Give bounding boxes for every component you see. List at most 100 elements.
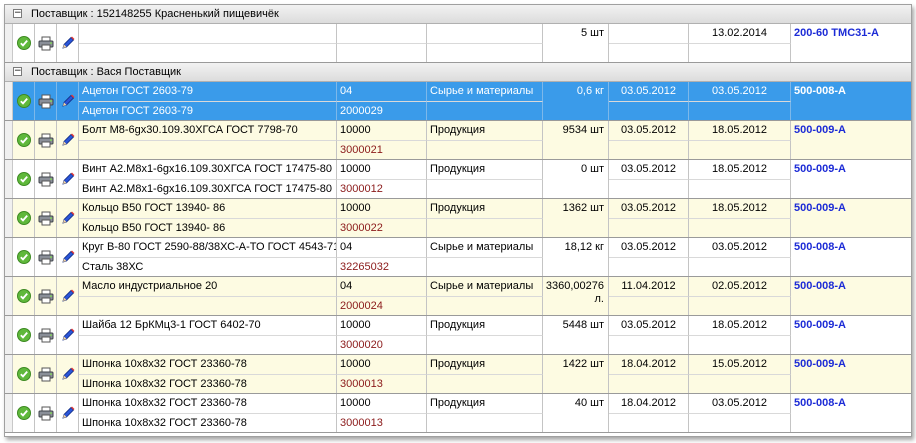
date-document: 02.05.2012 (689, 277, 791, 296)
print-icon[interactable] (35, 199, 57, 237)
date-document-empty (689, 413, 791, 432)
item-name: Болт М8-6gx30.109.30ХГСА ГОСТ 7798-70 (79, 121, 337, 140)
approve-check-icon[interactable] (13, 238, 35, 276)
item-name-secondary: Кольцо В50 ГОСТ 13940- 86 (79, 218, 337, 237)
group-header[interactable]: − Поставщик : 152148255 Красненький пищев… (5, 5, 911, 24)
edit-pencil-icon[interactable] (57, 82, 79, 120)
document-link[interactable]: 500-008-А (791, 394, 911, 413)
row-selector[interactable] (5, 82, 13, 120)
item-code: 04 (337, 277, 427, 296)
date-document: 03.05.2012 (689, 394, 791, 413)
edit-pencil-icon[interactable] (57, 394, 79, 432)
document-link[interactable]: 500-009-А (791, 355, 911, 374)
approve-check-icon[interactable] (13, 394, 35, 432)
item-category-empty (427, 43, 543, 62)
document-link[interactable]: 200-60 ТМС31-А (791, 24, 911, 43)
table-row[interactable]: Болт М8-6gx30.109.30ХГСА ГОСТ 7798-70 100… (5, 121, 911, 160)
collapse-toggle-icon[interactable]: − (13, 67, 22, 76)
date-document-empty (689, 296, 791, 315)
supplier-grid: − Поставщик : 152148255 Красненький пищев… (4, 4, 912, 437)
edit-pencil-icon[interactable] (57, 160, 79, 198)
item-name: Шайба 12 БрКМц3-1 ГОСТ 6402-70 (79, 316, 337, 335)
edit-pencil-icon[interactable] (57, 24, 79, 62)
edit-pencil-icon[interactable] (57, 316, 79, 354)
item-article: 2000024 (337, 296, 427, 315)
row-selector[interactable] (5, 394, 13, 432)
document-link[interactable]: 500-009-А (791, 316, 911, 335)
approve-check-icon[interactable] (13, 316, 35, 354)
item-article: 32265032 (337, 257, 427, 276)
item-name-secondary (79, 140, 337, 159)
item-article: 3000013 (337, 374, 427, 393)
document-link[interactable]: 500-009-А (791, 121, 911, 140)
date-document: 03.05.2012 (689, 238, 791, 257)
row-selector[interactable] (5, 316, 13, 354)
print-icon[interactable] (35, 24, 57, 62)
item-code (337, 24, 427, 43)
approve-check-icon[interactable] (13, 121, 35, 159)
date-received: 03.05.2012 (609, 82, 689, 101)
print-icon[interactable] (35, 355, 57, 393)
approve-check-icon[interactable] (13, 199, 35, 237)
table-row[interactable]: Шайба 12 БрКМц3-1 ГОСТ 6402-70 10000 30000… (5, 316, 911, 355)
document-link[interactable]: 500-009-А (791, 160, 911, 179)
table-row[interactable]: Шпонка 10х8х32 ГОСТ 23360-78 Шпонка 10х8х… (5, 394, 911, 433)
table-row[interactable]: 5 шт 13.02.2014 200-60 ТМС31-А (5, 24, 911, 63)
document-link[interactable]: 500-009-А (791, 199, 911, 218)
date-received-empty (609, 218, 689, 237)
row-selector[interactable] (5, 355, 13, 393)
document-link[interactable]: 500-008-А (791, 238, 911, 257)
date-received: 03.05.2012 (609, 121, 689, 140)
approve-check-icon[interactable] (13, 355, 35, 393)
approve-check-icon[interactable] (13, 24, 35, 62)
collapse-toggle-icon[interactable]: − (13, 9, 22, 18)
group-header[interactable]: − Поставщик : Вася Поставщик (5, 63, 911, 82)
table-row[interactable]: Круг В-80 ГОСТ 2590-88/38ХС-А-ТО ГОСТ 45… (5, 238, 911, 277)
print-icon[interactable] (35, 316, 57, 354)
print-icon[interactable] (35, 238, 57, 276)
row-selector[interactable] (5, 121, 13, 159)
print-icon[interactable] (35, 160, 57, 198)
approve-check-icon[interactable] (13, 160, 35, 198)
approve-check-icon[interactable] (13, 277, 35, 315)
print-icon[interactable] (35, 121, 57, 159)
row-selector[interactable] (5, 238, 13, 276)
item-category-empty (427, 140, 543, 159)
row-selector[interactable] (5, 24, 13, 62)
date-received: 18.04.2012 (609, 355, 689, 374)
date-document-empty (689, 335, 791, 354)
print-icon[interactable] (35, 394, 57, 432)
table-row[interactable]: Шпонка 10х8х32 ГОСТ 23360-78 Шпонка 10х8х… (5, 355, 911, 394)
approve-check-icon[interactable] (13, 82, 35, 120)
item-article: 3000013 (337, 413, 427, 432)
print-icon[interactable] (35, 82, 57, 120)
item-category-empty (427, 374, 543, 393)
date-received-empty (609, 413, 689, 432)
row-selector[interactable] (5, 199, 13, 237)
item-category: Продукция (427, 121, 543, 140)
item-quantity: 1422 шт (543, 355, 609, 393)
item-article: 3000020 (337, 335, 427, 354)
row-selector[interactable] (5, 160, 13, 198)
item-category: Продукция (427, 394, 543, 413)
document-link[interactable]: 500-008-А (791, 277, 911, 296)
edit-pencil-icon[interactable] (57, 277, 79, 315)
print-icon[interactable] (35, 277, 57, 315)
edit-pencil-icon[interactable] (57, 199, 79, 237)
table-row[interactable]: Ацетон ГОСТ 2603-79 Ацетон ГОСТ 2603-79 04… (5, 82, 911, 121)
item-name-secondary (79, 335, 337, 354)
table-row[interactable]: Кольцо В50 ГОСТ 13940- 86 Кольцо В50 ГОСТ… (5, 199, 911, 238)
edit-pencil-icon[interactable] (57, 121, 79, 159)
item-category-empty (427, 296, 543, 315)
row-selector[interactable] (5, 277, 13, 315)
date-received: 11.04.2012 (609, 277, 689, 296)
item-quantity: 0 шт (543, 160, 609, 198)
item-code: 10000 (337, 160, 427, 179)
document-link[interactable]: 500-008-А (791, 82, 911, 101)
table-row[interactable]: Масло индустриальное 20 04 2000024 Сырье и … (5, 277, 911, 316)
edit-pencil-icon[interactable] (57, 355, 79, 393)
item-article: 3000012 (337, 179, 427, 198)
table-row[interactable]: Винт А2.М8х1-6gx16.109.30ХГСА ГОСТ 17475… (5, 160, 911, 199)
edit-pencil-icon[interactable] (57, 238, 79, 276)
date-received: 03.05.2012 (609, 199, 689, 218)
